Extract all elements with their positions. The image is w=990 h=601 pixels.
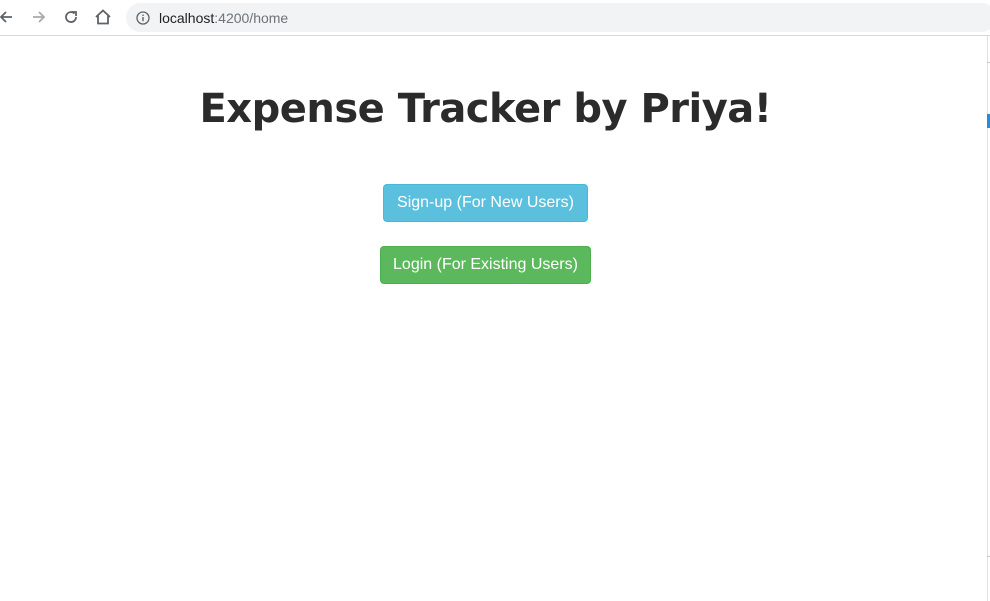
back-button[interactable]	[0, 6, 17, 28]
reload-button[interactable]	[60, 6, 82, 28]
login-button[interactable]: Login (For Existing Users)	[380, 246, 591, 284]
url-host: localhost	[159, 9, 215, 26]
home-button[interactable]	[92, 6, 114, 28]
arrow-left-icon	[0, 11, 12, 23]
home-icon	[95, 9, 111, 25]
page-content: Expense Tracker by Priya! Sign-up (For N…	[0, 36, 987, 601]
page-title: Expense Tracker by Priya!	[199, 86, 772, 132]
reload-icon	[65, 11, 77, 23]
address-bar[interactable]: localhost:4200/home	[126, 3, 990, 32]
info-icon[interactable]	[136, 10, 150, 25]
url-path: :4200/home	[214, 9, 289, 26]
signup-button[interactable]: Sign-up (For New Users)	[383, 184, 588, 222]
url-text[interactable]: localhost:4200/home	[159, 10, 288, 26]
browser-toolbar: localhost:4200/home	[0, 0, 990, 36]
forward-button[interactable]	[28, 6, 50, 28]
arrow-right-icon	[33, 11, 46, 23]
